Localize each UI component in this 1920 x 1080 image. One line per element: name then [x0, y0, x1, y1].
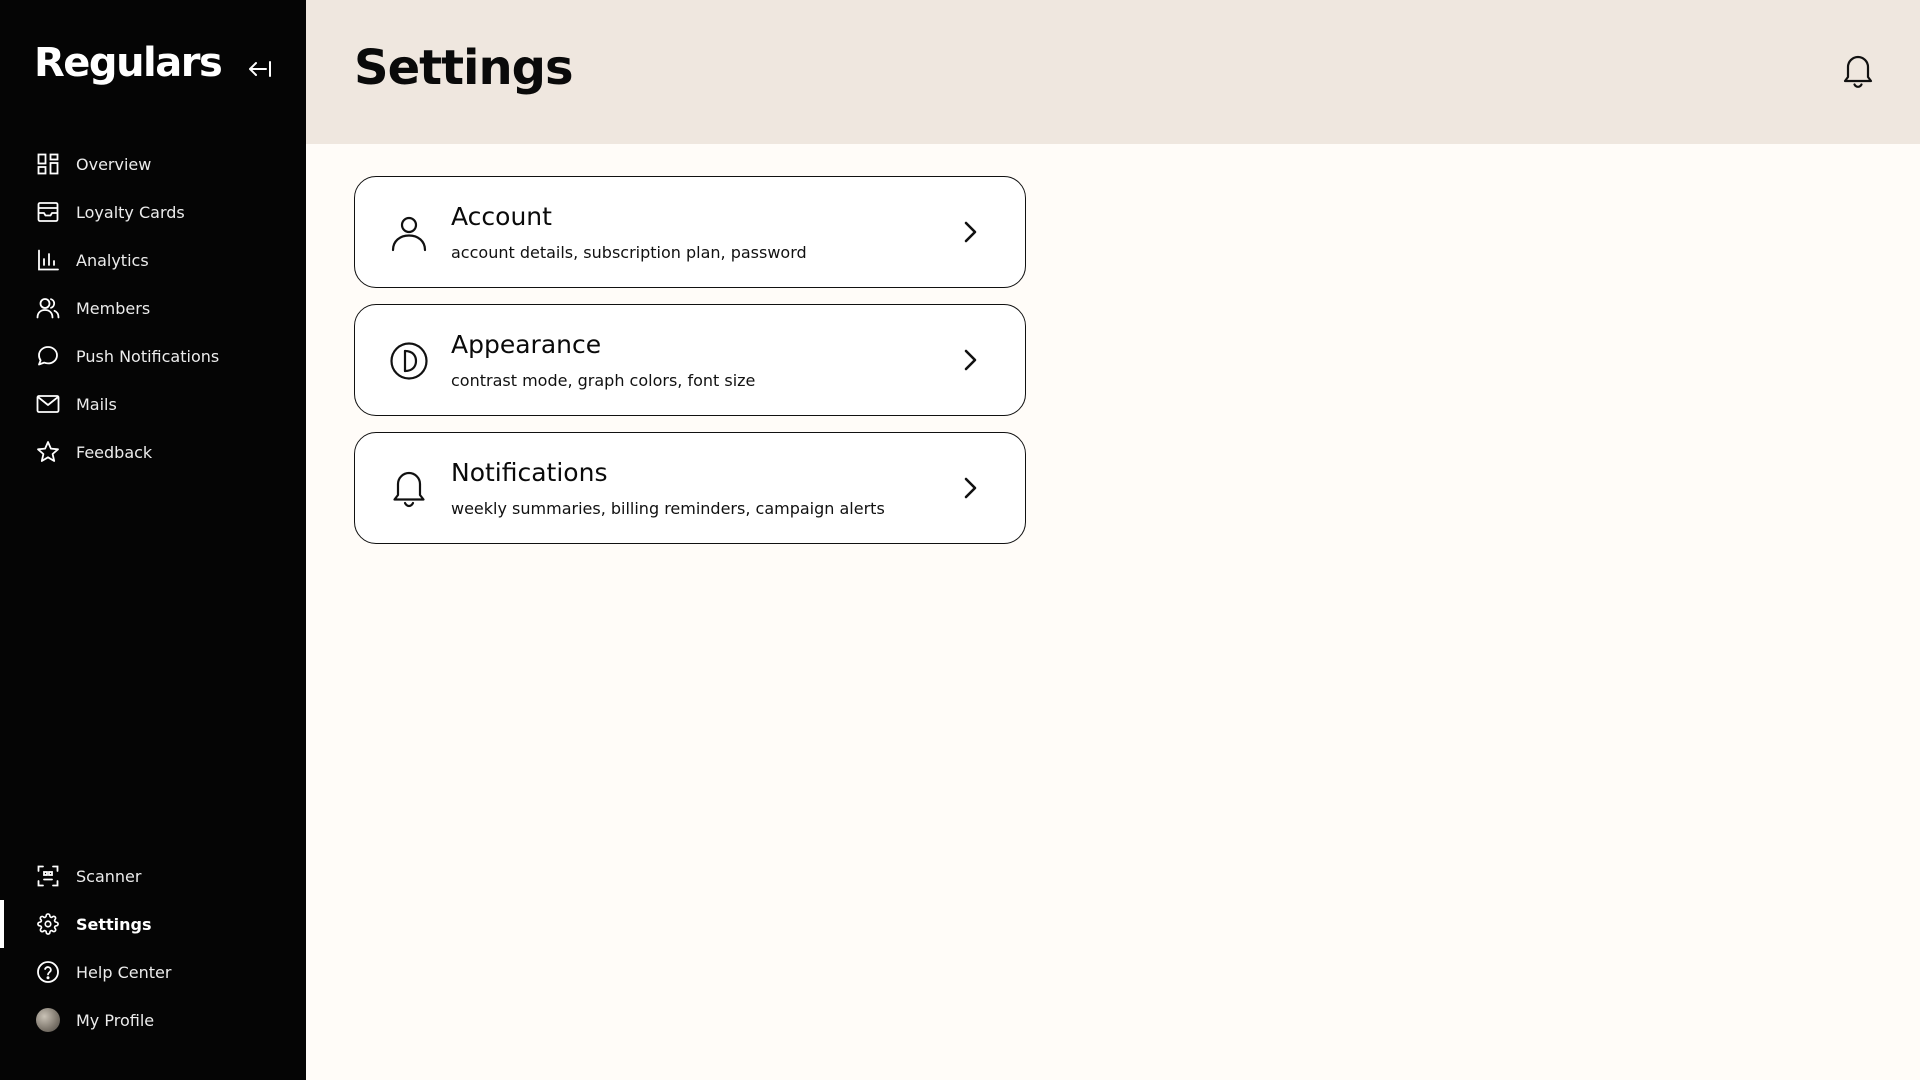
sidebar-item-label: My Profile	[76, 1010, 155, 1030]
sidebar-item-help-center[interactable]: Help Center	[0, 948, 306, 996]
page-header: Settings	[306, 0, 1920, 144]
card-title: Notifications	[451, 458, 608, 487]
sidebar-item-label: Help Center	[76, 962, 172, 982]
sidebar-item-label: Members	[76, 298, 151, 318]
chat-bubble-icon	[36, 344, 60, 368]
collapse-sidebar-icon	[246, 59, 272, 79]
gear-icon	[36, 912, 60, 936]
members-icon	[36, 296, 60, 320]
sidebar-item-label: Analytics	[76, 250, 149, 270]
sidebar-item-label: Overview	[76, 154, 152, 174]
chevron-right-icon	[955, 345, 985, 375]
sidebar-item-overview[interactable]: Overview	[0, 140, 306, 188]
sidebar-item-feedback[interactable]: Feedback	[0, 428, 306, 476]
chevron-right-icon	[955, 217, 985, 247]
overview-icon	[36, 152, 60, 176]
loyalty-cards-icon	[36, 200, 60, 224]
sidebar-item-members[interactable]: Members	[0, 284, 306, 332]
card-title: Appearance	[451, 330, 602, 359]
sidebar-item-label: Push Notifications	[76, 346, 220, 366]
sidebar-item-label: Settings	[76, 914, 152, 934]
star-icon	[36, 440, 60, 464]
bell-icon	[1842, 53, 1874, 89]
card-subtitle: account details, subscription plan, pass…	[451, 243, 807, 262]
sidebar-item-label: Loyalty Cards	[76, 202, 185, 222]
avatar	[36, 1008, 60, 1032]
sidebar-item-settings[interactable]: Settings	[0, 900, 306, 948]
card-title: Account	[451, 202, 552, 231]
user-icon	[389, 213, 429, 253]
mail-icon	[36, 392, 60, 416]
sidebar-item-loyalty-cards[interactable]: Loyalty Cards	[0, 188, 306, 236]
page-title: Settings	[354, 40, 574, 96]
settings-list: Account account details, subscription pl…	[354, 176, 1026, 560]
sidebar-item-analytics[interactable]: Analytics	[0, 236, 306, 284]
sidebar-item-label: Feedback	[76, 442, 153, 462]
settings-card-account[interactable]: Account account details, subscription pl…	[354, 176, 1026, 288]
sidebar-item-mails[interactable]: Mails	[0, 380, 306, 428]
help-icon	[36, 960, 60, 984]
scanner-icon	[36, 864, 60, 888]
sidebar-item-push-notifications[interactable]: Push Notifications	[0, 332, 306, 380]
sidebar-item-scanner[interactable]: Scanner	[0, 852, 306, 900]
appearance-icon	[389, 341, 429, 381]
card-subtitle: weekly summaries, billing reminders, cam…	[451, 499, 885, 518]
sidebar-item-label: Scanner	[76, 866, 142, 886]
collapse-sidebar-button[interactable]	[244, 56, 274, 82]
card-subtitle: contrast mode, graph colors, font size	[451, 371, 756, 390]
sidebar-nav-bottom: Scanner Settings Help Center My Profile	[0, 852, 306, 1044]
analytics-icon	[36, 248, 60, 272]
settings-card-notifications[interactable]: Notifications weekly summaries, billing …	[354, 432, 1026, 544]
sidebar-item-label: Mails	[76, 394, 117, 414]
sidebar-item-my-profile[interactable]: My Profile	[0, 996, 306, 1044]
brand-logo[interactable]: Regulars	[34, 40, 223, 86]
sidebar-nav-main: Overview Loyalty Cards Analytics Members…	[0, 140, 306, 476]
chevron-right-icon	[955, 473, 985, 503]
settings-card-appearance[interactable]: Appearance contrast mode, graph colors, …	[354, 304, 1026, 416]
notifications-button[interactable]	[1840, 52, 1876, 90]
bell-icon	[389, 469, 429, 509]
sidebar: Regulars Overview Loyalty Cards Analytic…	[0, 0, 306, 1080]
